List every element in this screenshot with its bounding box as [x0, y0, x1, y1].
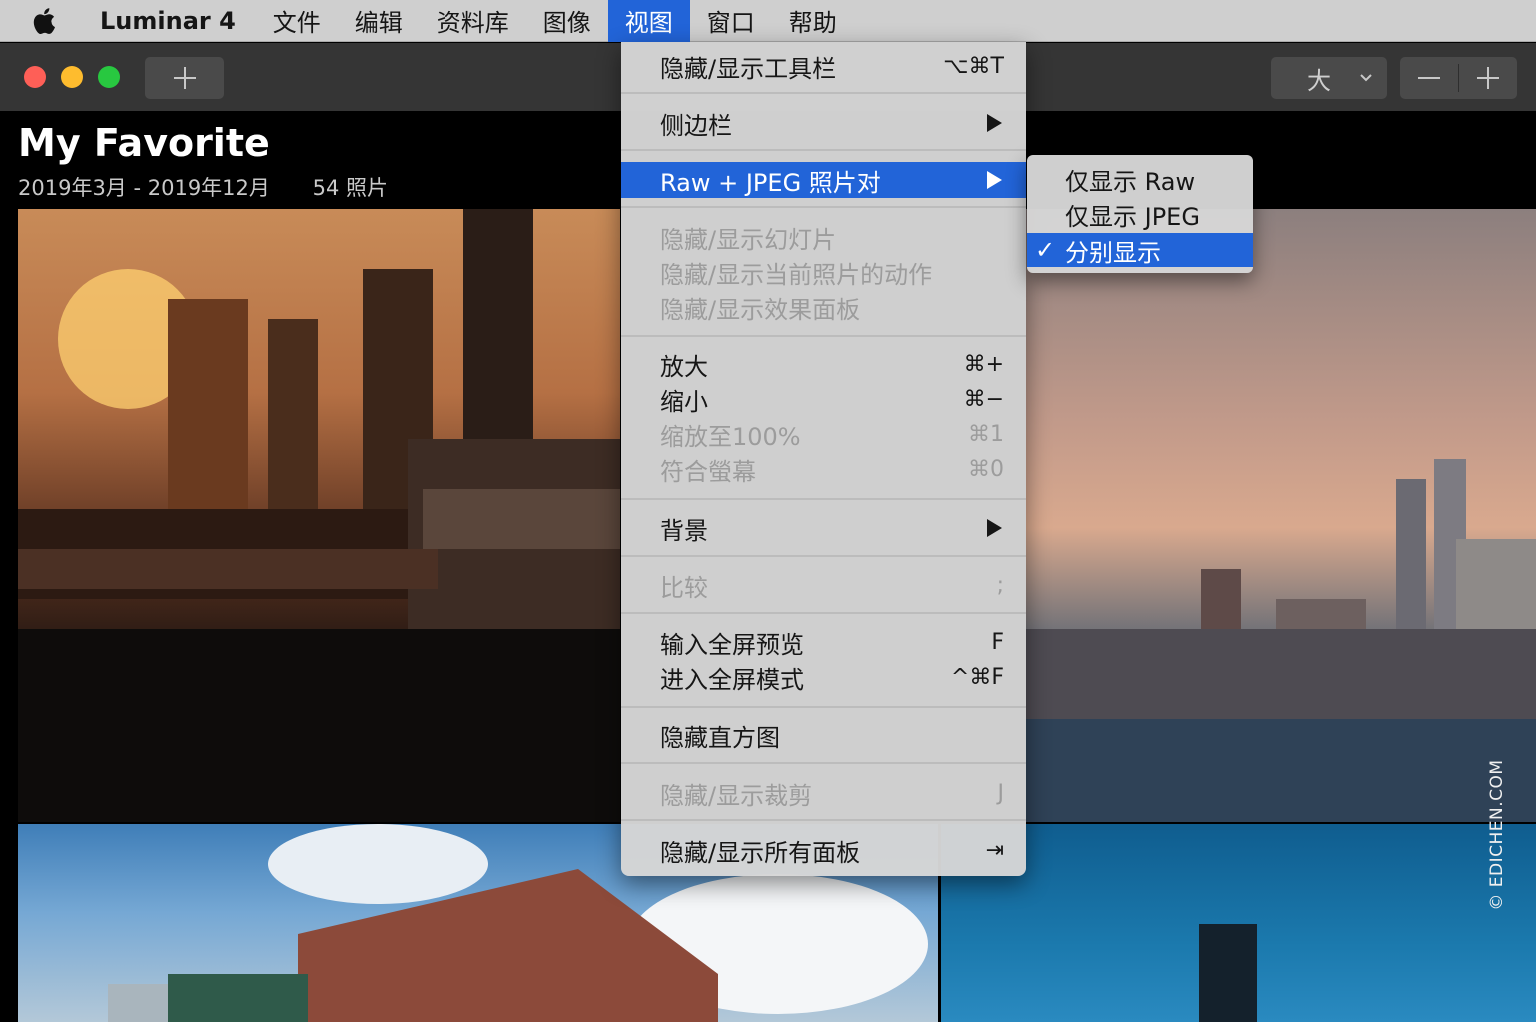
photo-blue-tower: [1199, 924, 1257, 1022]
menu-item-fit-screen[interactable]: 符合螢幕 ⌘0: [621, 451, 1026, 487]
album-photo-count: 54 照片: [312, 176, 388, 200]
menu-item-toggle-toolbar[interactable]: 隐藏/显示工具栏 ⌥⌘T: [621, 48, 1026, 84]
zoom-in-button[interactable]: [1459, 57, 1517, 99]
menu-item-toggle-effects[interactable]: 隐藏/显示效果面板: [621, 289, 1026, 325]
plus-icon: [173, 67, 196, 89]
menu-item-fullscreen-mode[interactable]: 进入全屏模式 ^⌘F: [621, 659, 1026, 695]
menu-separator: [621, 612, 1026, 614]
album-meta: 2019年3月 - 2019年12月 54 照片: [18, 172, 388, 202]
menu-separator: [621, 149, 1026, 151]
photo-city-skyline: [1026, 459, 1536, 822]
photo-thumbnail[interactable]: [941, 824, 1536, 1022]
menu-separator: [621, 206, 1026, 208]
submenu-arrow-icon: [987, 114, 1002, 132]
close-window-button[interactable]: [24, 66, 46, 88]
photo-thumbnail[interactable]: [1026, 209, 1536, 822]
menu-item-raw-jpeg[interactable]: Raw + JPEG 照片对: [621, 162, 1026, 198]
album-title: My Favorite: [18, 121, 270, 165]
chevron-down-icon: [1360, 74, 1372, 82]
menu-item-zoom-100[interactable]: 缩放至100% ⌘1: [621, 416, 1026, 452]
menu-item-toggle-slideshow[interactable]: 隐藏/显示幻灯片: [621, 219, 1026, 255]
menu-separator: [621, 92, 1026, 94]
submenu-arrow-icon: [987, 171, 1002, 189]
menu-library[interactable]: 资料库: [420, 0, 526, 42]
menu-item-zoom-out[interactable]: 缩小 ⌘−: [621, 381, 1026, 417]
menu-view[interactable]: 视图: [607, 0, 690, 42]
menu-item-toggle-all-panels[interactable]: 隐藏/显示所有面板 ⇥: [621, 832, 1026, 868]
plus-icon: [1477, 67, 1499, 89]
minimize-window-button[interactable]: [61, 66, 83, 88]
submenu-item-separate-label: 分别显示: [1065, 238, 1161, 267]
photo-thumbnail[interactable]: [18, 209, 620, 822]
maximize-window-button[interactable]: [98, 66, 120, 88]
menu-image[interactable]: 图像: [526, 0, 608, 42]
menu-item-toggle-crop[interactable]: 隐藏/显示裁剪 J: [621, 775, 1026, 811]
menu-bar: Luminar 4 文件 编辑 资料库 图像 视图 窗口 帮助: [0, 0, 1536, 42]
apple-icon[interactable]: [0, 0, 86, 42]
checkmark-icon: ✓: [1035, 236, 1056, 264]
submenu-item-separate[interactable]: ✓ 分别显示: [1027, 233, 1253, 267]
menu-item-sidebar[interactable]: 侧边栏: [621, 105, 1026, 141]
thumbnail-size-label: 大: [1307, 66, 1331, 95]
menu-item-background[interactable]: 背景: [621, 510, 1026, 546]
menu-app-name[interactable]: Luminar 4: [86, 0, 256, 42]
menu-edit[interactable]: 编辑: [338, 0, 420, 42]
submenu-item-raw-only[interactable]: 仅显示 Raw: [1027, 162, 1253, 196]
zoom-control: [1400, 57, 1517, 99]
minus-icon: [1418, 77, 1440, 79]
menu-item-toggle-actions[interactable]: 隐藏/显示当前照片的动作: [621, 254, 1026, 290]
tab-key-icon: ⇥: [985, 837, 1004, 863]
menu-separator: [621, 555, 1026, 557]
menu-separator: [621, 706, 1026, 708]
menu-separator: [621, 762, 1026, 764]
album-date-range: 2019年3月 - 2019年12月: [18, 176, 270, 200]
menu-window[interactable]: 窗口: [690, 0, 772, 42]
thumbnail-size-select[interactable]: 大: [1271, 57, 1387, 99]
view-menu: 隐藏/显示工具栏 ⌥⌘T 侧边栏 Raw + JPEG 照片对 隐藏/显示幻灯片…: [621, 42, 1026, 876]
watermark: © EDICHEN.COM: [1487, 759, 1507, 911]
menu-item-hide-histogram[interactable]: 隐藏直方图: [621, 717, 1026, 753]
menu-file[interactable]: 文件: [256, 0, 338, 42]
submenu-arrow-icon: [987, 519, 1002, 537]
menu-item-fullscreen-preview[interactable]: 输入全屏预览 F: [621, 624, 1026, 660]
add-button[interactable]: [145, 57, 224, 99]
menu-help[interactable]: 帮助: [772, 0, 854, 42]
menu-item-zoom-in[interactable]: 放大 ⌘+: [621, 346, 1026, 382]
menu-separator: [621, 498, 1026, 500]
zoom-out-button[interactable]: [1400, 57, 1458, 99]
menu-separator: [621, 335, 1026, 337]
submenu-item-jpeg-only[interactable]: 仅显示 JPEG: [1027, 197, 1253, 231]
raw-jpeg-submenu: 仅显示 Raw 仅显示 JPEG ✓ 分别显示: [1027, 155, 1253, 273]
menu-item-compare[interactable]: 比较 ;: [621, 567, 1026, 603]
photo-waterfront-sunset: [18, 209, 620, 822]
menu-separator: [621, 819, 1026, 821]
